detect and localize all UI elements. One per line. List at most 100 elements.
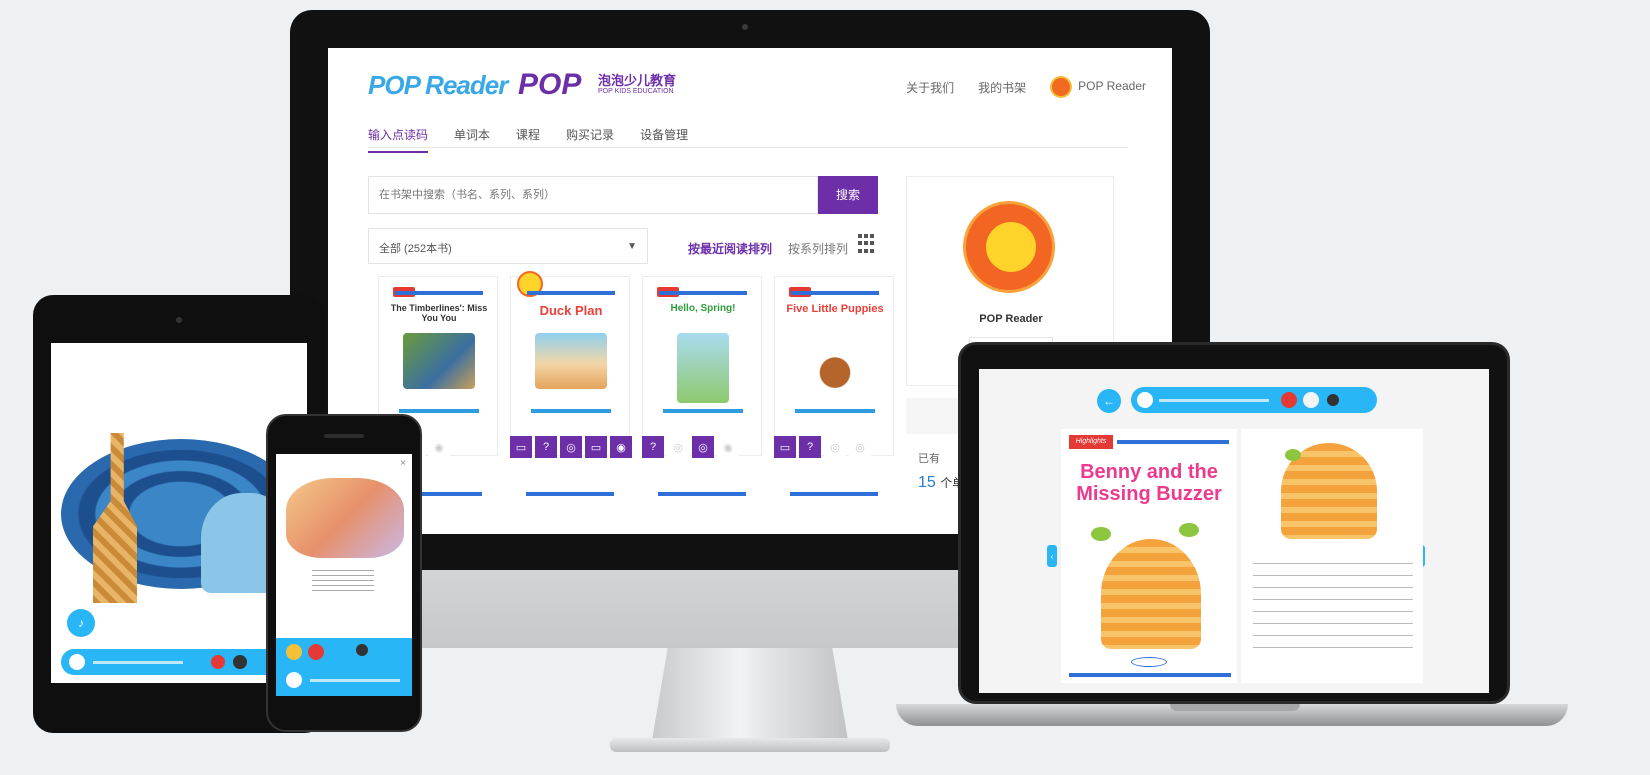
nav-user-menu[interactable]: POP Reader (1050, 76, 1146, 98)
bee-icon[interactable] (1281, 392, 1297, 408)
audio-player-bar (1131, 387, 1377, 413)
tab-code[interactable]: 输入点读码 (368, 126, 429, 153)
book-actions: ? ◎ ◎ ◉ (642, 436, 739, 458)
quiz-icon[interactable]: ? (642, 436, 664, 458)
read-icon[interactable]: ◎ (692, 436, 714, 458)
character-icon[interactable] (1327, 394, 1339, 406)
publisher-badge (1131, 657, 1167, 667)
story-text (1253, 557, 1413, 657)
book-card-peek (526, 492, 614, 496)
phone-speaker (324, 434, 364, 438)
page-footer-bar (1069, 673, 1231, 677)
video-icon[interactable]: ▭ (774, 436, 796, 458)
character-icon[interactable] (233, 655, 247, 669)
read-icon[interactable]: ◎ (849, 436, 871, 458)
book-title: Five Little Puppies (786, 303, 884, 315)
quiz-icon[interactable]: ? (535, 436, 557, 458)
pop-reader-logo[interactable]: POP Reader (368, 70, 508, 101)
progress-track[interactable] (93, 661, 183, 664)
audio-player-panel (276, 638, 412, 696)
listen-icon[interactable]: ◉ (428, 436, 450, 458)
brand-logo: Highlights (1069, 435, 1113, 449)
laptop-notch (1170, 704, 1300, 711)
tab-wordbook[interactable]: 单词本 (454, 126, 490, 153)
tablet-camera (176, 317, 182, 323)
bee-illustration (1179, 523, 1199, 537)
word-count-value: 15 (918, 474, 936, 491)
chevron-down-icon: ▼ (627, 241, 637, 252)
beehive-illustration (1101, 539, 1201, 649)
filter-select-value: 全部 (252本书) (379, 243, 452, 255)
play-icon[interactable] (69, 654, 85, 670)
nav-about-link[interactable]: 关于我们 (906, 79, 954, 96)
flag-icon[interactable] (1303, 392, 1319, 408)
stats-label: 已有 (918, 453, 940, 465)
book-title: Hello, Spring! (670, 303, 736, 314)
tab-purchases[interactable]: 购买记录 (566, 126, 614, 153)
top-nav: 关于我们 我的书架 POP Reader (906, 76, 1146, 98)
site-header: POP Reader POP 泡泡少儿教育 POP KIDS EDUCATION… (328, 48, 1172, 118)
grid-view-icon[interactable] (858, 234, 878, 254)
book-card[interactable]: Five Little Puppies (774, 276, 894, 456)
laptop-screen: ← ‹ › Highlights Benny and the Missing B… (979, 369, 1489, 693)
smiley-icon (986, 222, 1036, 272)
listen-icon[interactable]: ◉ (717, 436, 739, 458)
story-illustration (286, 478, 404, 558)
video-icon[interactable]: ▭ (510, 436, 532, 458)
tab-divider (368, 147, 1128, 148)
book-actions: ▭? ◎ ◎ (774, 436, 871, 458)
nav-user-name: POP Reader (1078, 79, 1146, 94)
imac-camera (742, 24, 748, 30)
sort-series-button[interactable]: 按系列排列 (788, 240, 848, 257)
book-cover-image (799, 339, 871, 395)
quiz-icon[interactable]: ? (799, 436, 821, 458)
book-title: Benny and the Missing Buzzer (1076, 461, 1222, 505)
logo-chinese-text: 泡泡少儿教育 (598, 73, 677, 88)
page-header-bar (1117, 440, 1229, 444)
read-icon[interactable]: ◎ (667, 436, 689, 458)
tab-devices[interactable]: 设备管理 (640, 126, 688, 153)
prev-page-icon[interactable]: ‹ (1047, 545, 1057, 567)
tab-courses[interactable]: 课程 (516, 126, 540, 153)
back-icon[interactable]: ← (1097, 389, 1121, 413)
progress-track[interactable] (310, 679, 400, 682)
book-cover-image (403, 333, 475, 389)
story-text (312, 566, 374, 592)
nav-shelf-link[interactable]: 我的书架 (978, 79, 1026, 96)
flag-icon[interactable] (211, 655, 225, 669)
profile-name: POP Reader (979, 313, 1043, 325)
audio-player-bar (61, 649, 297, 675)
logo-english-text: POP KIDS EDUCATION (598, 88, 674, 95)
play-icon[interactable] (286, 672, 302, 688)
search-button[interactable]: 搜索 (818, 176, 878, 214)
laptop-device: ← ‹ › Highlights Benny and the Missing B… (958, 342, 1510, 704)
bee-illustration (1285, 449, 1301, 461)
bee-illustration (1091, 527, 1111, 541)
book-page-right (1241, 429, 1423, 683)
music-note-icon[interactable]: ♪ (67, 609, 95, 637)
read-icon[interactable]: ◎ (824, 436, 846, 458)
close-icon[interactable]: × (400, 458, 406, 469)
imac-stand (652, 648, 848, 740)
user-avatar-icon (1050, 76, 1073, 98)
progress-track[interactable] (1159, 399, 1269, 402)
sort-recent-button[interactable]: 按最近阅读排列 (688, 240, 772, 257)
book-card[interactable]: Hello, Spring! (642, 276, 762, 456)
character-icon[interactable] (356, 644, 368, 656)
listen-icon[interactable]: ◉ (610, 436, 632, 458)
book-card-peek (790, 492, 878, 496)
main-tabs: 输入点读码 单词本 课程 购买记录 设备管理 (368, 126, 688, 153)
bee-icon[interactable] (286, 644, 302, 660)
imac-stand-base (610, 738, 890, 752)
book-card-peek (658, 492, 746, 496)
filter-select[interactable]: 全部 (252本书) ▼ (368, 228, 648, 264)
book-card[interactable]: Duck Plan (510, 271, 630, 456)
play-icon[interactable] (1137, 392, 1153, 408)
search-input[interactable] (368, 176, 818, 214)
video-icon[interactable]: ▭ (585, 436, 607, 458)
flag-icon[interactable] (308, 644, 324, 660)
book-title: The Timberlines': Miss You You (390, 303, 488, 323)
pop-logo-text: POP (518, 68, 582, 101)
read-icon[interactable]: ◎ (560, 436, 582, 458)
pop-logo[interactable]: POP (518, 68, 581, 102)
